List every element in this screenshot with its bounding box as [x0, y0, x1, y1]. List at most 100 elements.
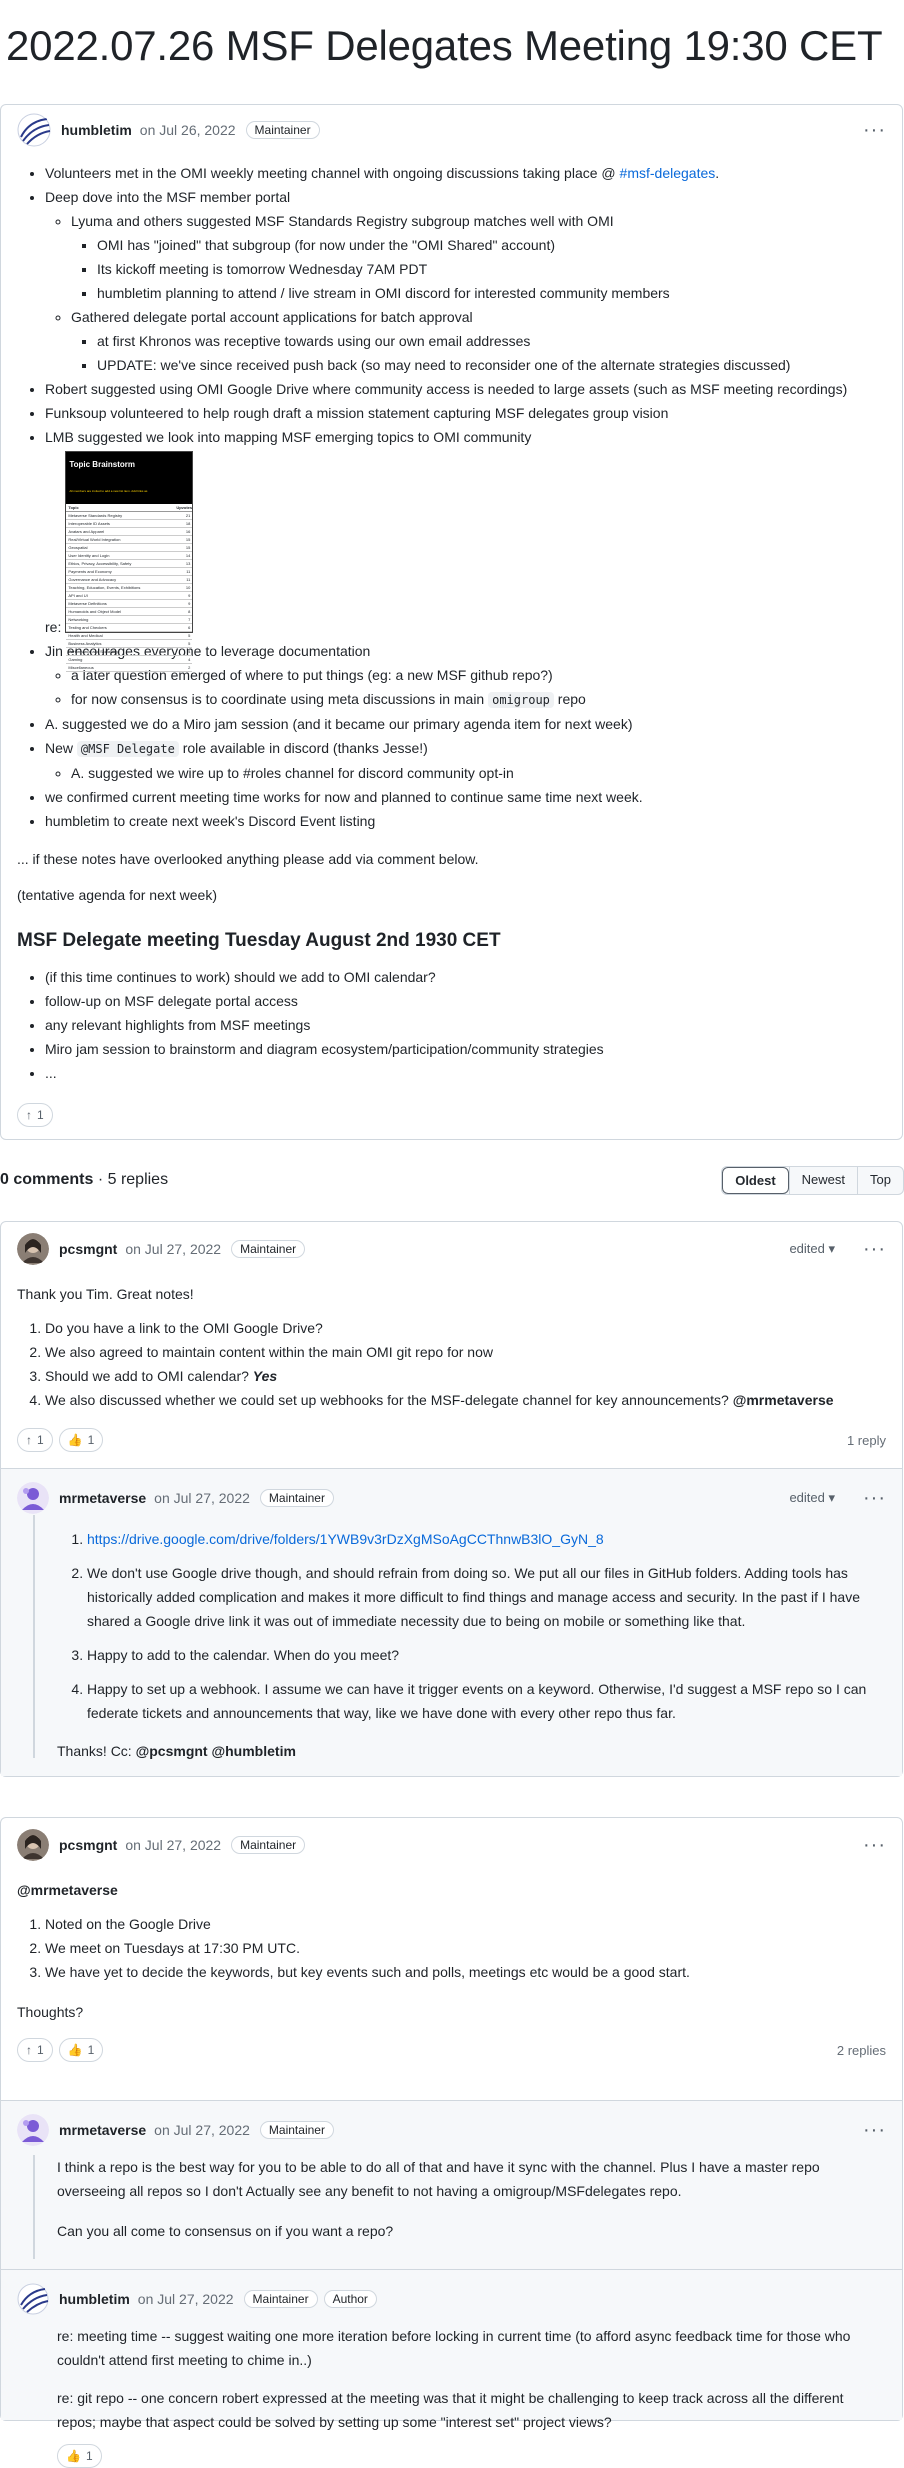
- upvote-button[interactable]: ↑ 1: [17, 2038, 53, 2062]
- google-drive-link[interactable]: https://drive.google.com/drive/folders/1…: [87, 1531, 604, 1547]
- maintainer-badge: Maintainer: [231, 1240, 306, 1258]
- comment-intro: Thank you Tim. Great notes!: [17, 1286, 194, 1302]
- channel-link[interactable]: #msf-delegates: [620, 165, 716, 181]
- sort-toggle: Oldest Newest Top: [721, 1165, 904, 1195]
- brainstorm-topic: Real/Virtual World Integration: [68, 537, 121, 542]
- user-mention[interactable]: @mrmetaverse: [733, 1392, 834, 1408]
- brainstorm-row: Networking 7: [66, 616, 193, 624]
- brainstorm-row: Interoperable ID Assets 18: [66, 520, 193, 528]
- reply-count[interactable]: 2 replies: [837, 2043, 886, 2058]
- reply-body: https://drive.google.com/drive/folders/1…: [1, 1527, 902, 1763]
- avatar[interactable]: [17, 1829, 49, 1861]
- avatar[interactable]: [17, 113, 51, 147]
- brainstorm-table: Topic Upvotes Metaverse Standards Regist…: [66, 504, 193, 672]
- more-options-icon[interactable]: ···: [863, 119, 886, 142]
- topic-brainstorm-image[interactable]: Topic Brainstorm All members are invited…: [65, 451, 194, 672]
- post-body: Volunteers met in the OMI weekly meeting…: [1, 161, 902, 1085]
- reply-body: I think a repo is the best way for you t…: [1, 2155, 902, 2243]
- brainstorm-upvotes: 16: [185, 529, 191, 534]
- brainstorm-topic: Interoperable ID Assets: [68, 521, 110, 526]
- avatar[interactable]: [17, 1233, 49, 1265]
- brainstorm-topic: Miscellaneous: [68, 665, 94, 670]
- list-item: Robert suggested using OMI Google Drive …: [45, 377, 886, 401]
- list-item: We don't use Google drive though, and sh…: [87, 1561, 886, 1633]
- brainstorm-topic: Ethics, Privacy, Accessibility, Safety: [68, 561, 132, 566]
- brainstorm-row: Real/Virtual World Integration 15: [66, 536, 193, 544]
- list-item: we confirmed current meeting time works …: [45, 785, 886, 809]
- author-name[interactable]: pcsmgnt: [59, 1837, 117, 1853]
- sort-oldest-button[interactable]: Oldest: [722, 1166, 789, 1194]
- reply-count[interactable]: 1 reply: [847, 1433, 886, 1448]
- brainstorm-topic: Payments and Economy: [68, 569, 112, 574]
- list-item: We meet on Tuesdays at 17:30 PM UTC.: [45, 1936, 886, 1960]
- brainstorm-topic: Metaverse Definitions: [68, 601, 107, 606]
- comment-date[interactable]: on Jul 27, 2022: [125, 1837, 221, 1853]
- upvote-button[interactable]: ↑ 1: [17, 1103, 53, 1127]
- reply-date[interactable]: on Jul 27, 2022: [138, 2291, 234, 2307]
- brainstorm-upvotes: 21: [185, 513, 191, 518]
- re-label: re:: [45, 619, 62, 635]
- brainstorm-topic: Teaching, Education, Events, Exhibitions: [68, 585, 141, 590]
- brainstorm-row: Gaming 4: [66, 656, 193, 664]
- agenda-item: ...: [45, 1061, 886, 1085]
- comments-count: 0 comments: [0, 1171, 94, 1188]
- list-item: LMB suggested we look into mapping MSF e…: [45, 425, 886, 672]
- more-options-icon[interactable]: ···: [863, 1238, 886, 1261]
- edited-dropdown[interactable]: edited ▾: [789, 1241, 835, 1257]
- author-name[interactable]: mrmetaverse: [59, 1490, 146, 1506]
- avatar[interactable]: [17, 1482, 49, 1514]
- brainstorm-row: Metaverse Definitions 9: [66, 600, 193, 608]
- more-options-icon[interactable]: ···: [863, 2119, 886, 2142]
- upvote-button[interactable]: ↑ 1: [17, 1428, 53, 1452]
- list-item: Do you have a link to the OMI Google Dri…: [45, 1316, 886, 1340]
- reply-paragraph: I think a repo is the best way for you t…: [57, 2159, 820, 2199]
- reply-date[interactable]: on Jul 27, 2022: [154, 2122, 250, 2138]
- thumbs-up-reaction[interactable]: 👍 1: [58, 2038, 104, 2062]
- sort-newest-button[interactable]: Newest: [788, 1166, 857, 1194]
- chevron-down-icon: ▾: [828, 1490, 836, 1505]
- brainstorm-upvotes: 5: [188, 641, 191, 646]
- reply-date[interactable]: on Jul 27, 2022: [154, 1490, 250, 1506]
- brainstorm-upvotes: 9: [188, 593, 191, 598]
- sort-top-button[interactable]: Top: [857, 1166, 903, 1194]
- author-name[interactable]: humbletim: [59, 2291, 130, 2307]
- author-name[interactable]: pcsmgnt: [59, 1241, 117, 1257]
- brainstorm-upvotes: 7: [188, 617, 191, 622]
- chevron-down-icon: ▾: [828, 1241, 836, 1256]
- thumbs-up-reaction[interactable]: 👍 1: [57, 2444, 102, 2468]
- reply-paragraph: Can you all come to consensus on if you …: [57, 2223, 394, 2239]
- agenda-heading: MSF Delegate meeting Tuesday August 2nd …: [17, 930, 501, 951]
- author-name[interactable]: mrmetaverse: [59, 2122, 146, 2138]
- agenda-note: (tentative agenda for next week): [17, 887, 218, 903]
- brainstorm-topic: Geospatial: [68, 545, 88, 550]
- emphasis-yes: Yes: [252, 1368, 278, 1384]
- user-mention[interactable]: @mrmetaverse: [17, 1882, 118, 1898]
- author-name[interactable]: humbletim: [61, 122, 132, 138]
- maintainer-badge: Maintainer: [231, 1836, 306, 1854]
- comment-body: Thank you Tim. Great notes! Do you have …: [1, 1282, 902, 1412]
- reply-section: mrmetaverse on Jul 27, 2022 Maintainer e…: [1, 1468, 902, 1776]
- thumbs-up-reaction[interactable]: 👍 1: [58, 1428, 104, 1452]
- reply: humbletim on Jul 27, 2022 Maintainer Aut…: [1, 2278, 902, 2468]
- brainstorm-row: Geospatial 15: [66, 544, 193, 552]
- edited-dropdown[interactable]: edited ▾: [789, 1490, 835, 1506]
- list-item: A. suggested we do a Miro jam session (a…: [45, 712, 886, 736]
- brainstorm-upvotes: 18: [185, 521, 191, 526]
- list-item: Happy to add to the calendar. When do yo…: [87, 1643, 886, 1667]
- brainstorm-topic: Avatars and Apparel: [68, 529, 105, 534]
- brainstorm-upvotes: 6: [188, 625, 191, 630]
- avatar[interactable]: [17, 2283, 49, 2315]
- agenda-list: (if this time continues to work) should …: [17, 965, 886, 1085]
- more-options-icon[interactable]: ···: [863, 1487, 886, 1510]
- avatar[interactable]: [17, 2114, 49, 2146]
- brainstorm-upvotes: 4: [188, 649, 191, 654]
- comment-date[interactable]: on Jul 27, 2022: [125, 1241, 221, 1257]
- brainstorm-row: Avatars and Apparel 16: [66, 528, 193, 536]
- user-mentions[interactable]: @pcsmgnt @humbletim: [136, 1743, 296, 1759]
- brainstorm-upvotes: 15: [185, 545, 191, 550]
- reply: mrmetaverse on Jul 27, 2022 Maintainer ·…: [1, 2109, 902, 2259]
- more-options-icon[interactable]: ···: [863, 1834, 886, 1857]
- brainstorm-title: Topic Brainstorm: [66, 452, 193, 478]
- brainstorm-upvotes: 4: [188, 657, 191, 662]
- post-date[interactable]: on Jul 26, 2022: [140, 122, 236, 138]
